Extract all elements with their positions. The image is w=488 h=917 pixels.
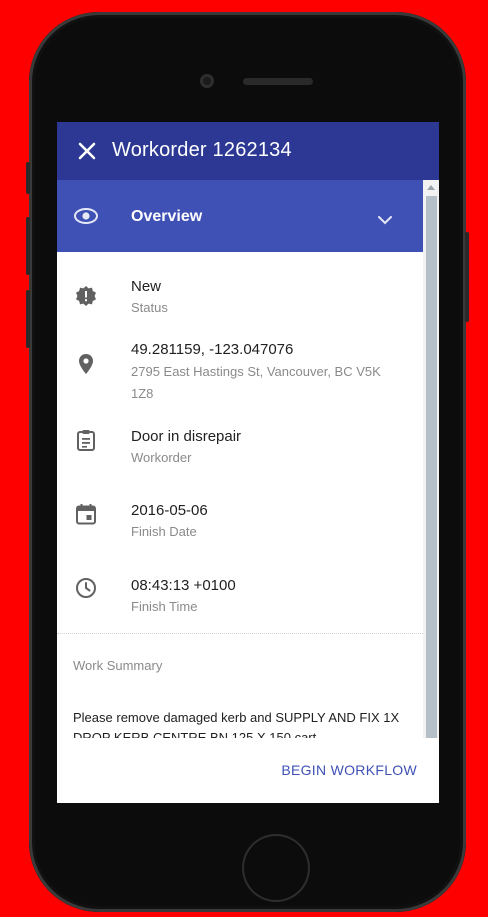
eye-icon xyxy=(74,208,98,224)
location-pin-icon xyxy=(79,354,93,374)
action-footer: BEGIN WORKFLOW xyxy=(57,738,439,803)
coordinates-value: 49.281159, -123.047076 xyxy=(131,341,294,358)
finish-date-value: 2016-05-06 xyxy=(131,502,208,519)
scroll-up-arrow-icon[interactable] xyxy=(427,184,435,190)
finish-time-label: Finish Time xyxy=(131,599,198,614)
clipboard-icon xyxy=(77,430,95,451)
status-label: Status xyxy=(131,300,168,315)
clock-icon xyxy=(76,578,96,598)
address-text: 2795 East Hastings St, Vancouver, BC V5K… xyxy=(131,364,381,401)
page-title: Workorder 1262134 xyxy=(112,139,292,161)
overview-section-header[interactable]: Overview xyxy=(57,180,423,252)
scrollbar[interactable] xyxy=(423,180,439,738)
status-value: New xyxy=(131,278,162,295)
calendar-icon xyxy=(76,504,96,525)
power-button xyxy=(465,232,469,322)
app-screen: Workorder 1262134 Overview New Status 49… xyxy=(57,122,439,803)
workorder-label: Workorder xyxy=(131,450,192,465)
app-bar: Workorder 1262134 xyxy=(57,122,439,180)
begin-workflow-button[interactable]: BEGIN WORKFLOW xyxy=(281,762,417,778)
work-summary-text: Please remove damaged kerb and SUPPLY AN… xyxy=(73,710,400,739)
volume-down-button xyxy=(26,290,30,348)
finish-date-label: Finish Date xyxy=(131,524,197,539)
scrollbar-thumb[interactable] xyxy=(426,196,437,738)
chevron-down-icon[interactable] xyxy=(375,212,395,228)
home-button[interactable] xyxy=(242,834,310,902)
work-summary-heading: Work Summary xyxy=(73,658,163,673)
close-icon[interactable] xyxy=(75,139,99,163)
alert-badge-icon xyxy=(76,286,96,306)
volume-up-button xyxy=(26,217,30,275)
divider xyxy=(57,633,423,634)
front-camera xyxy=(200,74,214,88)
mute-switch xyxy=(26,162,30,194)
workorder-value: Door in disrepair xyxy=(131,428,242,445)
section-label: Overview xyxy=(131,208,203,225)
earpiece-speaker xyxy=(243,78,313,85)
finish-time-value: 08:43:13 +0100 xyxy=(131,577,236,594)
